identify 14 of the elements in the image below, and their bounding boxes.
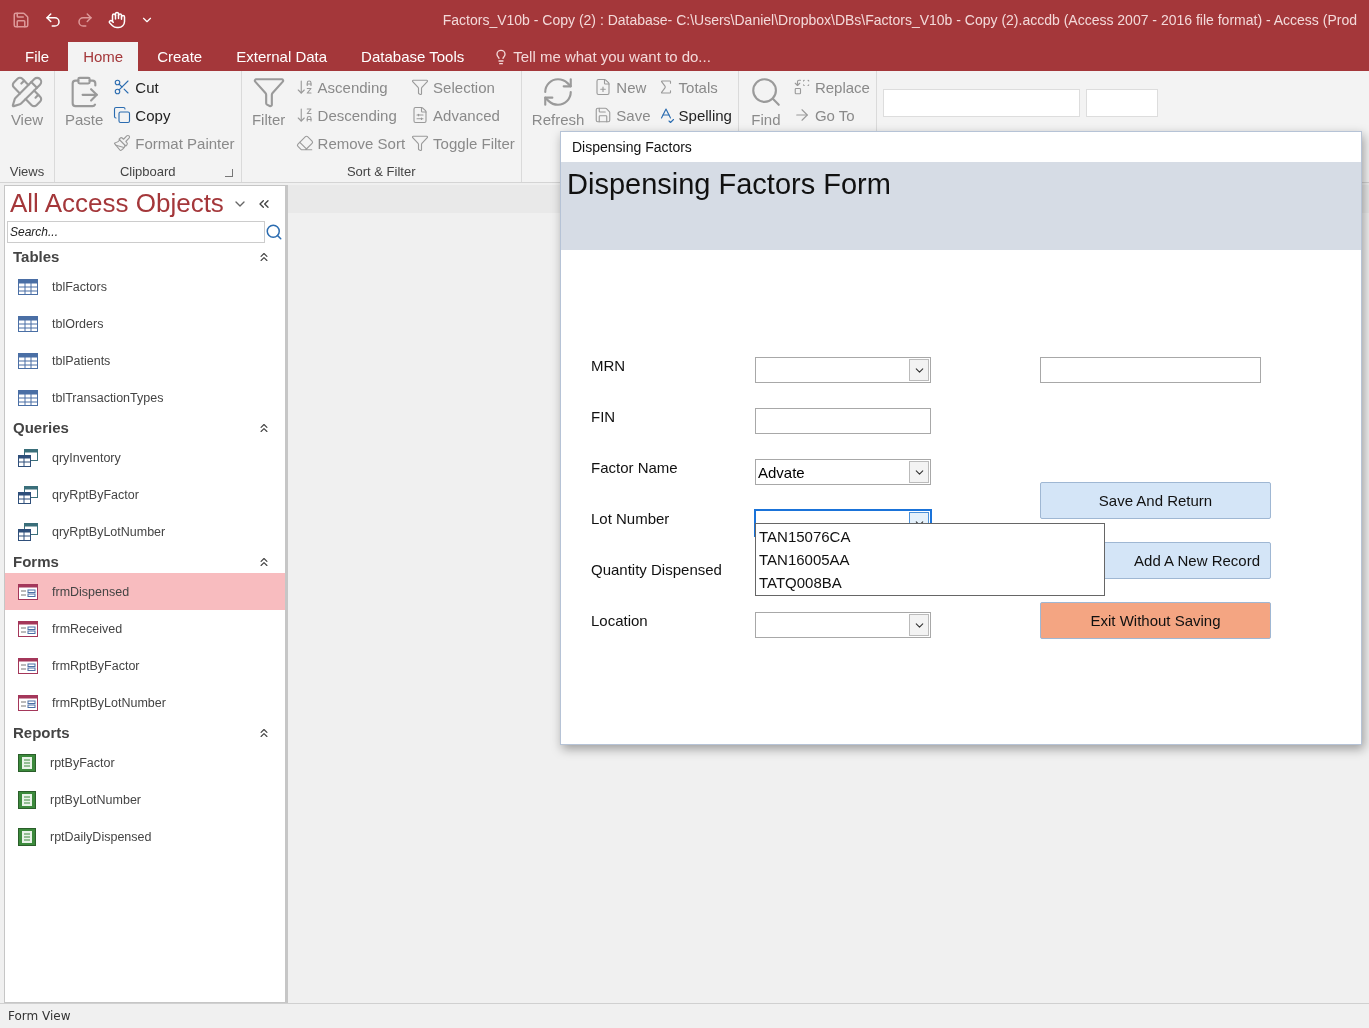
combo-value: Advate bbox=[757, 463, 805, 481]
group-label: Sort & Filter bbox=[346, 164, 416, 181]
form-header: Dispensing Factors Form bbox=[561, 162, 1361, 250]
field-label: Lot Number bbox=[591, 510, 670, 527]
field-label: Location bbox=[591, 612, 648, 629]
field-label: MRN bbox=[591, 357, 626, 374]
field-label: Factor Name bbox=[591, 459, 678, 476]
field-label: Quantity Dispensed bbox=[591, 561, 722, 578]
group-label: Views bbox=[9, 164, 45, 181]
pane-title: All Access Objects bbox=[10, 188, 224, 219]
form-window-title: Dispensing Factors bbox=[571, 138, 693, 157]
group-label: Clipboard bbox=[119, 164, 176, 181]
window-title: Factors_V10b - Copy (2) : Database- C:\Users\Daniel\Dropbox\DBs\Factors_V10b - Copy (2).accdb (Access 2007 - 2016 file format) - Access (Prod bbox=[442, 12, 1357, 28]
field-label: FIN bbox=[591, 408, 616, 425]
